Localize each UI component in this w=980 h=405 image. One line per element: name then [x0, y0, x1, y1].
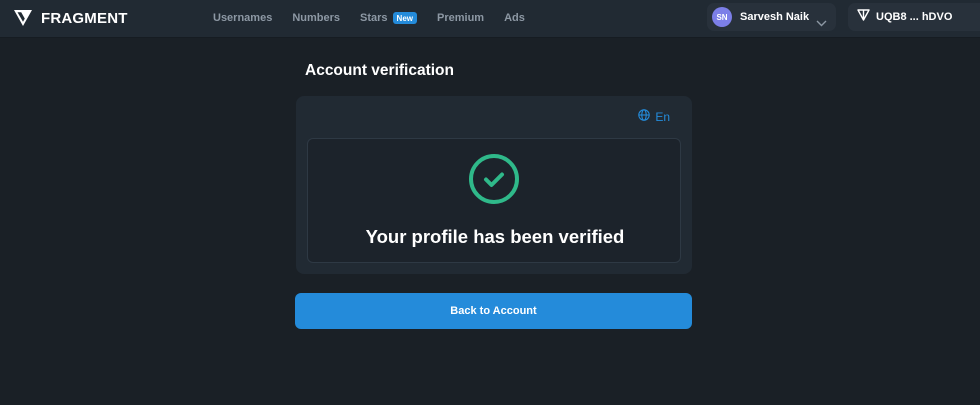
user-menu-button[interactable]: SN Sarvesh Naik [707, 3, 836, 31]
back-to-account-button[interactable]: Back to Account [295, 293, 692, 329]
verification-card: En Your profile has been verified [296, 96, 692, 274]
language-selector[interactable]: En [638, 109, 670, 124]
nav-numbers-label: Numbers [292, 12, 341, 24]
avatar: SN [712, 7, 732, 27]
fragment-logo-icon [13, 9, 33, 27]
user-name: Sarvesh Naik [740, 11, 810, 23]
fragment-logo[interactable]: FRAGMENT [13, 8, 128, 28]
nav-numbers[interactable]: Numbers [292, 12, 340, 24]
top-navigation-bar: FRAGMENT Usernames Numbers Stars New Prem… [0, 0, 980, 38]
nav-usernames-label: Usernames [213, 12, 273, 24]
globe-icon [638, 109, 651, 124]
verified-message: Your profile has been verified [365, 226, 625, 247]
nav-usernames[interactable]: Usernames [213, 12, 272, 24]
wallet-address: UQB8 ... hDVO [876, 11, 953, 23]
new-badge: New [392, 12, 417, 24]
nav-premium[interactable]: Premium [437, 12, 484, 24]
wallet-button[interactable]: UQB8 ... hDVO [848, 3, 980, 31]
nav-premium-label: Premium [437, 12, 485, 24]
language-label: En [655, 109, 670, 124]
page-title: Account verification [305, 62, 454, 79]
verification-status-box: Your profile has been verified [307, 138, 681, 263]
nav-stars-label: Stars [360, 12, 388, 24]
logo-text: FRAGMENT [41, 9, 128, 27]
ton-icon [857, 8, 870, 26]
nav-ads-label: Ads [504, 12, 525, 24]
nav-stars[interactable]: Stars New [360, 12, 417, 24]
chevron-down-icon [816, 14, 827, 32]
check-circle-icon [468, 153, 520, 205]
main-nav: Usernames Numbers Stars New Premium Ads [213, 11, 545, 25]
nav-ads[interactable]: Ads [504, 12, 525, 24]
